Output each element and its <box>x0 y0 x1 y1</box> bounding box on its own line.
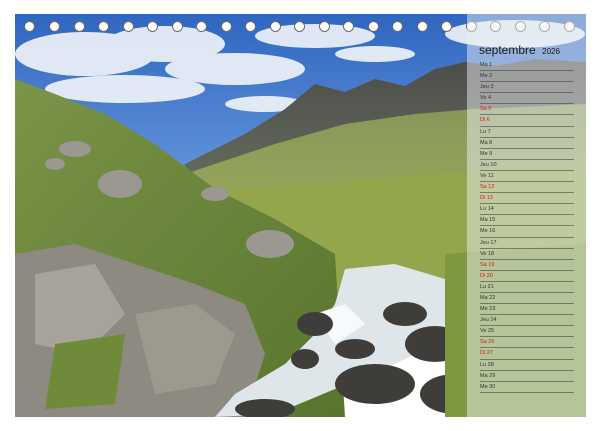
day-row: Ve 18 <box>480 249 574 260</box>
day-label: Me 16 <box>480 228 496 235</box>
day-row: Jeu 24 <box>480 315 574 327</box>
day-row: Di 13 <box>480 193 574 205</box>
day-row: Di 27 <box>480 348 574 360</box>
day-row: Ma 29 <box>480 371 574 382</box>
binding-hole-icon <box>123 21 134 32</box>
day-label: Ma 8 <box>480 139 493 146</box>
day-label: Lu 14 <box>480 206 494 213</box>
day-row: Ve 25 <box>480 326 574 338</box>
day-row: Ve 11 <box>480 171 574 183</box>
day-label: Sa 5 <box>480 106 492 113</box>
day-label: Di 6 <box>480 117 490 124</box>
binding-hole-icon <box>74 21 85 32</box>
day-row: Me 30 <box>480 382 574 393</box>
day-label: Lu 21 <box>480 283 494 290</box>
month-year: 2026 <box>542 47 560 56</box>
day-label: Di 27 <box>480 350 493 357</box>
day-label: Ma 22 <box>480 294 496 301</box>
month-name: septembre <box>479 43 536 57</box>
day-row: Jeu 10 <box>480 160 574 171</box>
day-row: Me 16 <box>480 226 574 238</box>
day-label: Ma 1 <box>480 62 493 68</box>
day-row: Lu 28 <box>480 360 574 371</box>
binding-hole-icon <box>221 21 232 32</box>
day-row: Ma 8 <box>480 138 574 149</box>
binding-hole-icon <box>147 21 158 32</box>
day-row: Ma 15 <box>480 215 574 227</box>
day-label: Sa 26 <box>480 339 495 346</box>
day-label: Ve 11 <box>480 172 494 179</box>
day-label: Jeu 10 <box>480 161 497 168</box>
binding-hole-icon <box>24 21 35 32</box>
day-label: Lu 7 <box>480 128 491 135</box>
day-label: Di 20 <box>480 272 493 279</box>
day-row: Sa 12 <box>480 182 574 194</box>
binding-hole-icon <box>392 21 403 32</box>
day-row: Jeu 17 <box>480 238 574 249</box>
day-label: Sa 12 <box>480 184 495 191</box>
binding-hole-icon <box>343 21 354 32</box>
day-row: Lu 21 <box>480 282 574 293</box>
binding-hole-icon <box>98 21 109 32</box>
day-row: Lu 7 <box>480 127 574 138</box>
day-label: Ve 4 <box>480 95 492 102</box>
day-label: Sa 19 <box>480 261 495 268</box>
binding-hole-icon <box>196 21 207 32</box>
day-label: Jeu 3 <box>480 84 494 91</box>
binding-hole-icon <box>294 21 305 32</box>
month-header: septembre 2026 <box>479 41 579 59</box>
day-row: Ma 1 <box>480 60 574 72</box>
day-row: Lu 14 <box>480 204 574 216</box>
day-row: Jeu 3 <box>480 82 574 94</box>
binding-hole-icon <box>270 21 281 32</box>
day-row: Ve 4 <box>480 93 574 105</box>
day-label: Me 2 <box>480 73 493 80</box>
day-row: Sa 26 <box>480 337 574 349</box>
day-row: Sa 19 <box>480 260 574 271</box>
binding-hole-icon <box>441 21 452 32</box>
day-row: Sa 5 <box>480 104 574 116</box>
binding-hole-icon <box>245 21 256 32</box>
binding-hole-icon <box>49 21 60 32</box>
day-label: Ve 18 <box>480 250 495 257</box>
day-label: Ve 25 <box>480 328 495 335</box>
day-label: Jeu 17 <box>480 239 497 246</box>
binding-hole-icon <box>172 21 183 32</box>
day-label: Jeu 24 <box>480 317 497 324</box>
day-row: Di 6 <box>480 115 574 127</box>
day-label: Me 30 <box>480 383 496 390</box>
binding-hole-icon <box>417 21 428 32</box>
day-row: Ma 22 <box>480 293 574 305</box>
day-row: Me 2 <box>480 71 574 83</box>
binding-hole-icon <box>319 21 330 32</box>
day-label: Di 13 <box>480 195 493 202</box>
day-label: Lu 28 <box>480 361 494 368</box>
day-label: Ma 29 <box>480 372 496 379</box>
day-list: Ma 1 Me 2 Jeu 3 Ve 4 Sa 5 Di 6 Lu 7 Ma 8 Me 9 Jeu… <box>480 60 574 393</box>
day-label: Ma 15 <box>480 217 496 224</box>
day-row: Di 20 <box>480 271 574 282</box>
day-row: Me 9 <box>480 149 574 160</box>
binding-hole-icon <box>368 21 379 32</box>
day-row: Me 23 <box>480 304 574 316</box>
day-label: Me 9 <box>480 150 493 157</box>
day-label: Me 23 <box>480 306 496 313</box>
